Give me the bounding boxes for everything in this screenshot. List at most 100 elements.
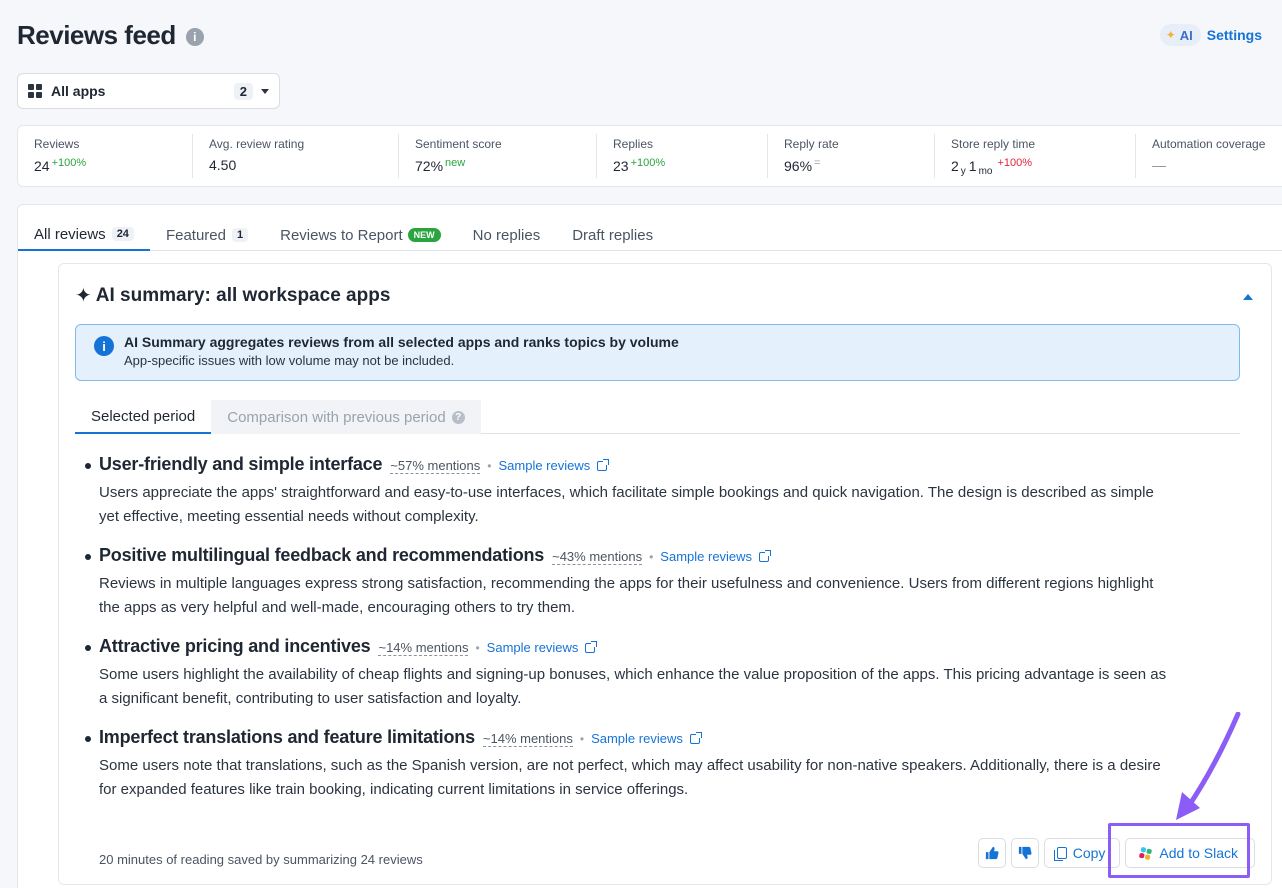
topic-description: Reviews in multiple languages express st… [99, 575, 1154, 616]
mentions-share[interactable]: ~14% mentions [482, 732, 573, 747]
stat-number: 72% [415, 158, 444, 174]
stat-label: Avg. review rating [209, 137, 305, 151]
thumbs-down-button[interactable] [1010, 838, 1039, 868]
external-link-icon [759, 550, 772, 562]
topic-item: Attractive pricing and incentives ~14% m… [83, 636, 1173, 711]
chevron-down-icon [261, 88, 269, 94]
tab-selected-period[interactable]: Selected period [75, 400, 212, 434]
stat-unit-years: y [960, 166, 966, 177]
tab-comparison-period[interactable]: Comparison with previous period ? [211, 400, 481, 434]
stat-replies[interactable]: Replies 23 +100% [597, 134, 768, 178]
topic-header: Imperfect translations and feature limit… [99, 727, 1173, 748]
stat-automation[interactable]: Automation coverage — [1136, 134, 1282, 178]
reviews-tabs: All reviews 24 Featured 1 Reviews to Rep… [18, 219, 1282, 251]
ai-summary-title: AI summary: all workspace apps [95, 284, 391, 306]
sparkles-icon: ✦ [75, 285, 92, 307]
add-to-slack-button[interactable]: Add to Slack [1125, 838, 1255, 868]
ai-summary-header: ✦ AI summary: all workspace apps [75, 283, 390, 308]
mentions-share[interactable]: ~14% mentions [378, 641, 469, 656]
page-header: Reviews feed i [17, 20, 204, 51]
ai-label: AI [1179, 27, 1193, 43]
tab-draft-replies[interactable]: Draft replies [556, 219, 669, 251]
topic-item: Imperfect translations and feature limit… [83, 727, 1173, 802]
link-label: Sample reviews [498, 458, 591, 473]
topic-item: User-friendly and simple interface ~57% … [83, 454, 1173, 529]
summary-actions: Copy Add to Slack [973, 838, 1255, 868]
period-tabs: Selected period Comparison with previous… [75, 400, 1240, 434]
slack-label: Add to Slack [1159, 845, 1238, 861]
tab-featured[interactable]: Featured 1 [150, 219, 264, 251]
copy-icon [1053, 847, 1067, 861]
apps-grid-icon [28, 84, 42, 98]
tab-count-badge: 1 [231, 228, 249, 242]
sample-reviews-link[interactable]: Sample reviews [591, 731, 702, 746]
stat-delta: new [445, 157, 466, 169]
stat-reviews[interactable]: Reviews 24 +100% [18, 134, 193, 178]
tab-reviews-to-report[interactable]: Reviews to Report NEW [264, 219, 457, 251]
settings-link[interactable]: Settings [1207, 27, 1262, 43]
stat-label: Replies [613, 137, 654, 151]
sample-reviews-link[interactable]: Sample reviews [498, 458, 610, 473]
mentions-share[interactable]: ~57% mentions [390, 459, 481, 474]
stat-sentiment[interactable]: Sentiment score 72% new [399, 134, 597, 178]
topic-description: Some users highlight the availability of… [99, 666, 1167, 707]
topic-description: Some users note that translations, such … [99, 757, 1161, 798]
topic-description: Users appreciate the apps' straightforwa… [99, 484, 1154, 525]
time-saved-note: 20 minutes of reading saved by summarizi… [99, 852, 423, 867]
topic-title: Attractive pricing and incentives [99, 636, 371, 656]
external-link-icon [585, 641, 598, 653]
tab-all-reviews[interactable]: All reviews 24 [18, 219, 150, 251]
sample-reviews-link[interactable]: Sample reviews [660, 549, 772, 564]
app-selector[interactable]: All apps 2 [17, 73, 280, 109]
ai-settings[interactable]: ✦ AI Settings [1159, 24, 1262, 46]
stat-unit-months: mo [978, 166, 993, 177]
chevron-up-icon[interactable] [1243, 294, 1253, 300]
mentions-share[interactable]: ~43% mentions [552, 550, 643, 565]
notice-subtitle: App-specific issues with low volume may … [124, 353, 455, 368]
stat-number: 23 [613, 158, 629, 174]
tab-no-replies[interactable]: No replies [457, 219, 557, 251]
topic-title: Imperfect translations and feature limit… [99, 727, 475, 747]
tab-label: Reviews to Report [280, 226, 403, 244]
stat-delta: +100% [630, 157, 666, 169]
link-label: Sample reviews [591, 731, 683, 746]
app-count-badge: 2 [233, 82, 253, 100]
separator: • [649, 550, 654, 564]
stat-number: 96% [784, 158, 813, 174]
sample-reviews-link[interactable]: Sample reviews [487, 640, 598, 655]
topic-header: Attractive pricing and incentives ~14% m… [99, 636, 1173, 657]
tab-label: No replies [472, 226, 541, 244]
topic-title: Positive multilingual feedback and recom… [99, 545, 545, 565]
thumbs-down-icon [1018, 846, 1032, 860]
stat-reply-rate[interactable]: Reply rate 96% = [768, 134, 935, 178]
copy-button[interactable]: Copy [1043, 838, 1121, 868]
tab-count-badge: 24 [111, 227, 134, 241]
stat-value: 4.50 [209, 157, 237, 173]
stat-value: 2 y 1 mo +100% [951, 157, 1119, 177]
tab-label: All reviews [34, 225, 106, 243]
topic-list: User-friendly and simple interface ~57% … [83, 454, 1173, 818]
separator: • [579, 732, 585, 746]
stat-label: Store reply time [951, 137, 1036, 151]
stat-label: Sentiment score [415, 137, 502, 151]
stat-value: 23 +100% [613, 157, 751, 174]
stat-label: Automation coverage [1152, 137, 1266, 151]
info-notice: i AI Summary aggregates reviews from all… [75, 324, 1240, 381]
separator: • [487, 459, 492, 473]
help-icon[interactable]: ? [451, 410, 465, 424]
stat-value: 96% = [784, 157, 918, 174]
ai-summary-card: ✦ AI summary: all workspace apps i AI Su… [58, 263, 1272, 885]
info-icon[interactable]: i [185, 28, 204, 46]
topic-item: Positive multilingual feedback and recom… [83, 545, 1173, 620]
topic-header: Positive multilingual feedback and recom… [99, 545, 1173, 566]
thumbs-up-button[interactable] [977, 838, 1006, 868]
stat-avg-rating[interactable]: Avg. review rating 4.50 [193, 134, 399, 178]
tab-label: Draft replies [572, 226, 654, 244]
topic-header: User-friendly and simple interface ~57% … [99, 454, 1173, 475]
stat-store-reply-time[interactable]: Store reply time 2 y 1 mo +100% [935, 134, 1136, 178]
stat-delta: +100% [997, 157, 1033, 169]
tab-label: Comparison with previous period [227, 408, 446, 426]
link-label: Sample reviews [660, 549, 753, 564]
stat-delta: +100% [51, 157, 87, 169]
stat-months: 1 [968, 158, 977, 174]
